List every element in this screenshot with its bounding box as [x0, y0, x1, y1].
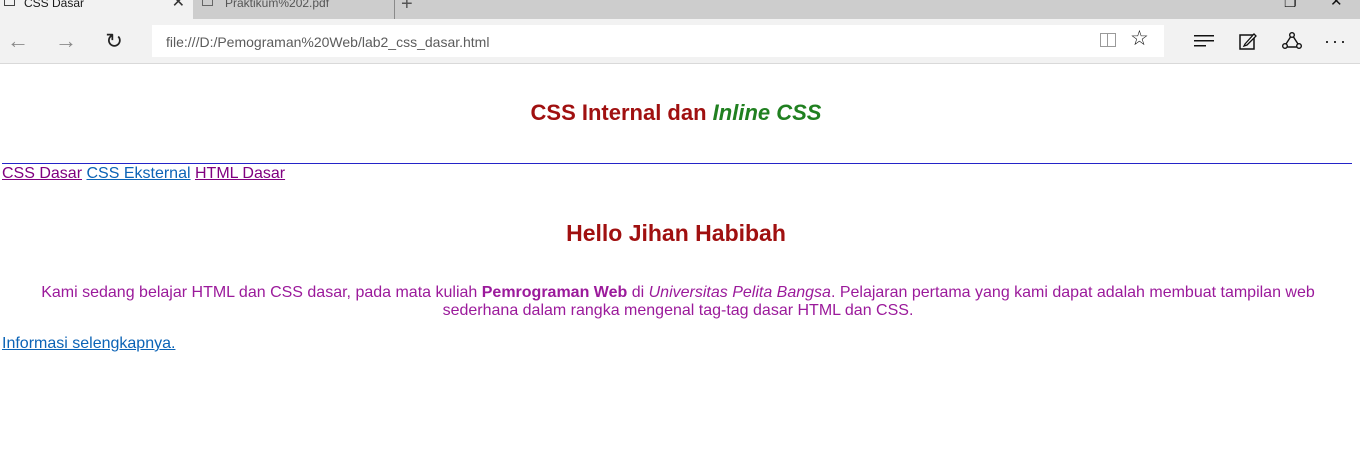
- more-icon[interactable]: ···: [1324, 29, 1348, 53]
- nav-links: CSS Dasar CSS Eksternal HTML Dasar: [2, 165, 285, 183]
- tab-title: CSS Dasar: [24, 0, 85, 10]
- title-inline-css: Inline CSS: [712, 100, 822, 125]
- maximize-button[interactable]: ❐: [1284, 0, 1297, 9]
- page-icon: [4, 0, 15, 6]
- new-tab-button[interactable]: +: [401, 0, 413, 14]
- tab-praktikum-pdf[interactable]: Praktikum%202.pdf: [194, 0, 395, 19]
- page-icon: [202, 0, 213, 6]
- minimize-button[interactable]: —: [1238, 0, 1254, 7]
- share-icon[interactable]: [1280, 29, 1304, 53]
- refresh-button[interactable]: ↻: [102, 29, 126, 53]
- para-bold: Pemrograman Web: [481, 284, 628, 301]
- browser-toolbar: ← → ↻ file:///D:/Pemograman%20Web/lab2_c…: [0, 19, 1360, 64]
- page-content: CSS Internal dan Inline CSS CSS Dasar CS…: [0, 64, 1360, 459]
- address-bar[interactable]: file:///D:/Pemograman%20Web/lab2_css_das…: [152, 25, 1164, 57]
- title-text: CSS Internal dan: [530, 100, 713, 125]
- back-button[interactable]: ←: [6, 28, 30, 53]
- link-css-eksternal[interactable]: CSS Eksternal: [86, 165, 190, 182]
- tab-title: Praktikum%202.pdf: [225, 0, 330, 10]
- para-italic: Universitas Pelita Bangsa: [648, 284, 831, 301]
- intro-paragraph: Kami sedang belajar HTML dan CSS dasar, …: [22, 284, 1334, 320]
- page-title: CSS Internal dan Inline CSS: [0, 100, 1352, 126]
- tab-css-dasar[interactable]: CSS Dasar ✕: [0, 0, 193, 19]
- para-text-1: Kami sedang belajar HTML dan CSS dasar, …: [41, 284, 482, 301]
- para-text-2: di: [627, 284, 649, 301]
- close-tab-icon[interactable]: ✕: [172, 0, 185, 11]
- url-text[interactable]: file:///D:/Pemograman%20Web/lab2_css_das…: [166, 34, 489, 50]
- favorite-star-icon[interactable]: ☆: [1130, 28, 1149, 49]
- link-css-dasar[interactable]: CSS Dasar: [2, 165, 82, 182]
- forward-button[interactable]: →: [54, 28, 78, 53]
- reading-view-icon[interactable]: [1100, 33, 1116, 47]
- link-html-dasar[interactable]: HTML Dasar: [195, 165, 285, 182]
- close-window-button[interactable]: ✕: [1330, 0, 1343, 9]
- hub-icon[interactable]: [1192, 29, 1216, 53]
- horizontal-rule: [2, 163, 1352, 164]
- tab-strip: CSS Dasar ✕ Praktikum%202.pdf + — ❐ ✕: [0, 0, 1360, 19]
- web-note-icon[interactable]: [1236, 29, 1260, 53]
- greeting-heading: Hello Jihan Habibah: [566, 220, 786, 246]
- more-info-link[interactable]: Informasi selengkapnya.: [2, 335, 175, 353]
